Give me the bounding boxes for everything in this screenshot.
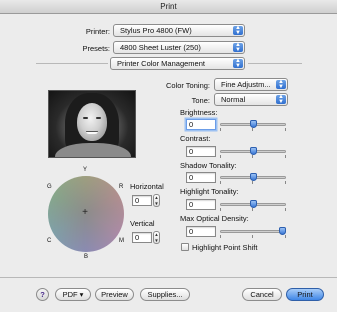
photo-eye: [83, 117, 88, 119]
tone-label: Tone:: [191, 96, 210, 105]
photo-mouth: [86, 131, 98, 134]
preview-button[interactable]: Preview: [95, 288, 134, 301]
pdf-button[interactable]: PDF ▾: [55, 288, 91, 301]
tone-popup[interactable]: Normal ▲ ▼: [214, 93, 288, 106]
horizontal-label: Horizontal: [130, 182, 164, 191]
horizontal-field[interactable]: 0: [132, 195, 152, 206]
presets-value: 4800 Sheet Luster (250): [120, 43, 201, 52]
contrast-field[interactable]: 0: [186, 146, 216, 157]
photo-shoulders: [55, 143, 131, 157]
footer-divider: [0, 277, 337, 278]
max-optical-density-slider-track: [220, 230, 286, 233]
highlight-tonality-field[interactable]: 0: [186, 199, 216, 210]
crosshair-icon[interactable]: +: [80, 208, 90, 218]
brightness-ticks: [220, 128, 286, 131]
max-optical-density-label: Max Optical Density:: [180, 214, 249, 223]
divider-right: [248, 63, 302, 64]
highlight-tonality-label: Highlight Tonality:: [180, 187, 239, 196]
wheel-label-m: M: [119, 238, 124, 244]
max-optical-density-ticks: [220, 235, 286, 238]
color-toning-popup[interactable]: Fine Adjustm... ▲ ▼: [214, 78, 288, 91]
panel-value: Printer Color Management: [117, 59, 205, 68]
contrast-ticks: [220, 155, 286, 158]
max-optical-density-slider-thumb[interactable]: [279, 227, 286, 235]
color-toning-value: Fine Adjustm...: [221, 80, 271, 89]
shadow-tonality-label: Shadow Tonality:: [180, 161, 237, 170]
printer-popup[interactable]: Stylus Pro 4800 (FW) ▲ ▼: [113, 24, 245, 37]
presets-label: Presets:: [82, 44, 110, 53]
popup-arrows-icon: ▲ ▼: [233, 42, 243, 52]
help-button[interactable]: ?: [36, 288, 49, 301]
popup-arrows-icon: ▲ ▼: [276, 79, 286, 89]
divider-left: [36, 63, 108, 64]
print-button[interactable]: Print: [286, 288, 324, 301]
presets-popup[interactable]: 4800 Sheet Luster (250) ▲ ▼: [113, 41, 245, 54]
vertical-stepper[interactable]: ▲ ▼: [153, 231, 160, 244]
shadow-tonality-field[interactable]: 0: [186, 172, 216, 183]
wheel-label-y: Y: [83, 167, 88, 173]
photo-eye: [96, 117, 101, 119]
shadow-tonality-ticks: [220, 181, 286, 184]
highlight-tonality-slider-thumb[interactable]: [249, 200, 257, 208]
highlight-point-shift-checkbox[interactable]: [181, 243, 189, 251]
popup-arrows-icon: ▲ ▼: [276, 94, 286, 104]
printer-label: Printer:: [85, 27, 110, 36]
wheel-label-c: C: [47, 238, 52, 244]
brightness-label: Brightness:: [180, 108, 218, 117]
supplies-button[interactable]: Supplies...: [140, 288, 190, 301]
wheel-label-g: G: [47, 184, 52, 190]
window-title: Print: [0, 0, 337, 14]
highlight-point-shift-label: Highlight Point Shift: [192, 243, 258, 252]
vertical-field[interactable]: 0: [132, 232, 152, 243]
shadow-tonality-slider-thumb[interactable]: [249, 173, 257, 181]
contrast-label: Contrast:: [180, 134, 211, 143]
cancel-button[interactable]: Cancel: [242, 288, 282, 301]
popup-arrows-icon: ▲ ▼: [233, 25, 243, 35]
contrast-slider-thumb[interactable]: [249, 147, 257, 155]
tone-value: Normal: [221, 95, 246, 104]
wheel-label-b: B: [84, 254, 89, 260]
color-toning-label: Color Toning:: [165, 81, 210, 90]
brightness-field[interactable]: 0: [186, 119, 216, 130]
popup-arrows-icon: ▲ ▼: [233, 58, 243, 68]
vertical-label: Vertical: [130, 219, 155, 228]
panel-popup[interactable]: Printer Color Management ▲ ▼: [110, 57, 245, 70]
print-dialog: Print Printer: Stylus Pro 4800 (FW) ▲ ▼ P…: [0, 0, 337, 312]
brightness-slider-thumb[interactable]: [249, 120, 257, 128]
photo-face: [77, 103, 107, 141]
horizontal-stepper[interactable]: ▲ ▼: [153, 194, 160, 207]
preview-photo: [48, 90, 136, 158]
highlight-tonality-ticks: [220, 208, 286, 211]
printer-value: Stylus Pro 4800 (FW): [120, 26, 192, 35]
max-optical-density-field[interactable]: 0: [186, 226, 216, 237]
wheel-label-r: R: [119, 184, 124, 190]
